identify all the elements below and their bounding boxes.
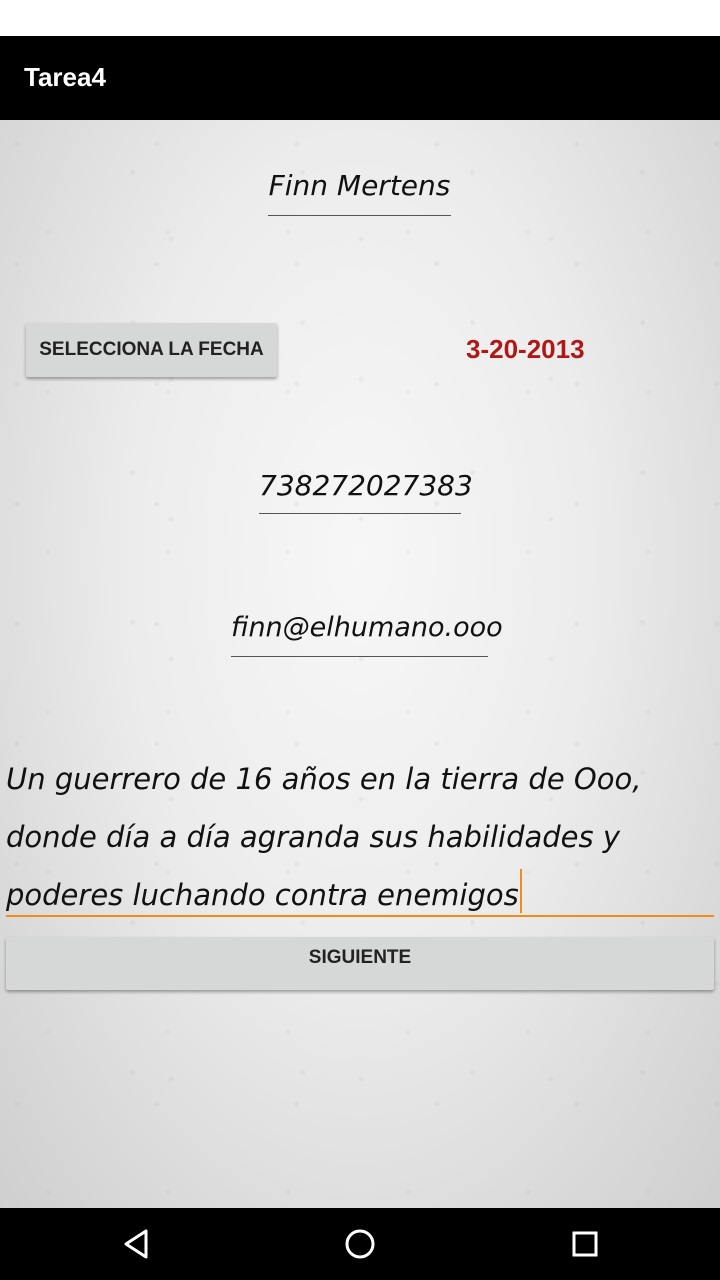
app-title: Tarea4 — [24, 62, 106, 92]
form-screen: Finn Mertens SELECCIONA LA FECHA 3-20-20… — [0, 120, 720, 1208]
name-field-value: Finn Mertens — [268, 169, 451, 202]
description-field[interactable]: Un guerrero de 16 años en la tierra de O… — [6, 750, 714, 917]
description-field-value: Un guerrero de 16 años en la tierra de O… — [6, 762, 642, 912]
status-bar — [0, 0, 720, 36]
selected-date-text: 3-20-2013 — [466, 334, 585, 364]
paper-texture-background — [0, 120, 720, 1208]
app-bar: Tarea4 — [0, 36, 720, 120]
phone-field[interactable]: 738272027383 — [259, 468, 473, 514]
home-icon[interactable] — [338, 1222, 382, 1266]
recent-apps-icon[interactable] — [563, 1222, 607, 1266]
back-icon[interactable] — [114, 1222, 158, 1266]
name-field[interactable]: Finn Mertens — [268, 168, 451, 216]
phone-field-value: 738272027383 — [259, 469, 473, 502]
next-button[interactable]: SIGUIENTE — [6, 937, 714, 990]
email-field[interactable]: finn@elhumano.ooo — [231, 610, 503, 657]
select-date-button[interactable]: SELECCIONA LA FECHA — [26, 323, 277, 377]
text-cursor — [519, 869, 522, 913]
navigation-bar — [0, 1208, 720, 1280]
email-field-value: finn@elhumano.ooo — [231, 612, 503, 643]
